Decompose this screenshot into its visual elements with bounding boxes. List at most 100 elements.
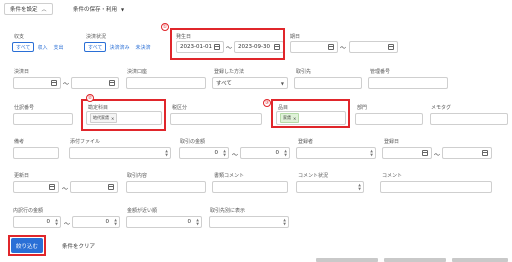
clear-conditions-button[interactable]: 条件をクリア <box>62 242 95 250</box>
save-tab-label: 条件の保存・利用 <box>73 7 118 13</box>
calendar-icon[interactable] <box>51 80 57 86</box>
stepper-icon[interactable]: ▲ ▼ <box>223 149 226 157</box>
calendar-icon[interactable] <box>108 184 114 190</box>
registrant-select[interactable]: ▲ ▼ <box>296 147 376 159</box>
stepper-icon[interactable]: ▲ ▼ <box>114 218 117 226</box>
method-value: すべて <box>216 81 232 87</box>
stepper-icon[interactable]: ▲ ▼ <box>55 218 58 226</box>
income-segment[interactable]: すべて 収入 支出 <box>12 42 66 52</box>
amount-to-value: 0 <box>275 150 280 156</box>
show-by-partner-select[interactable]: ▲ ▼ <box>209 216 289 228</box>
dept-label: 部門 <box>357 105 368 111</box>
bottom-bar-segment <box>452 258 508 262</box>
method-select[interactable]: すべて ▼ <box>212 77 288 89</box>
bottom-bar-segment <box>316 258 378 262</box>
tax-class-label: 税区分 <box>172 105 188 111</box>
tax-class-select[interactable] <box>170 113 262 125</box>
due-from-input[interactable] <box>290 41 338 53</box>
settings-tab[interactable]: 条件を設定 ︿ <box>4 3 53 15</box>
partner-input[interactable] <box>294 77 362 89</box>
show-by-partner-label: 取引先別に表示 <box>210 208 246 214</box>
update-from-input[interactable] <box>13 181 59 193</box>
calendar-icon[interactable] <box>109 80 115 86</box>
settle-label: 決済状況 <box>86 34 107 40</box>
income-label: 収支 <box>14 34 25 40</box>
range-tilde: 〜 <box>62 186 69 193</box>
caret-down-icon: ▼ <box>121 6 125 12</box>
calendar-icon[interactable] <box>388 44 394 50</box>
save-tab[interactable]: 条件の保存・利用 ▼ <box>73 5 125 14</box>
settle-date-label: 決済日 <box>14 69 30 75</box>
amount-to-input[interactable]: 0 ▲ ▼ <box>240 147 290 159</box>
stepper-icon[interactable]: ▲ ▼ <box>196 218 199 226</box>
line-amount-to-input[interactable]: 0 ▲ ▼ <box>72 216 120 228</box>
range-tilde: 〜 <box>64 221 71 228</box>
partner-label: 取引先 <box>296 69 312 75</box>
income-all[interactable]: すべて <box>12 42 35 52</box>
range-tilde: 〜 <box>232 152 239 159</box>
sort-arrows-icon: ▲ ▼ <box>165 149 168 157</box>
attachment-label: 添付ファイル <box>70 139 101 145</box>
update-date-label: 更新日 <box>14 173 30 179</box>
sort-arrows-icon: ▲ ▼ <box>358 183 361 191</box>
annotation-box-3 <box>271 99 350 128</box>
amount-from-value: 0 <box>214 150 219 156</box>
settle-pending[interactable]: 未決済 <box>132 42 153 52</box>
due-to-input[interactable] <box>349 41 398 53</box>
attachment-select[interactable]: ▲ ▼ <box>69 147 171 159</box>
receipt-comment-label: 書類コメント <box>214 173 245 179</box>
sort-arrows-icon: ▲ ▼ <box>370 149 373 157</box>
note-label: 備考 <box>14 139 25 145</box>
near-amount-input[interactable]: 0 ▲ ▼ <box>126 216 202 228</box>
settle-account-select[interactable] <box>126 77 206 89</box>
stepper-icon[interactable]: ▲ ▼ <box>284 149 287 157</box>
registrant-label: 登録者 <box>298 139 314 145</box>
content-label: 取引内容 <box>127 173 148 179</box>
update-to-input[interactable] <box>70 181 118 193</box>
income-out[interactable]: 支出 <box>50 42 66 52</box>
calendar-icon[interactable] <box>49 184 55 190</box>
content-input[interactable] <box>126 181 206 193</box>
reg-date-label: 登録日 <box>384 139 400 145</box>
comment-input[interactable] <box>380 181 492 193</box>
comment-status-select[interactable]: ▲ ▼ <box>296 181 364 193</box>
line-amount-label: 内訳行の金額 <box>13 208 44 214</box>
chevron-up-icon: ︿ <box>41 6 47 13</box>
due-date-label: 期日 <box>290 34 301 40</box>
line-amount-from-input[interactable]: 0 ▲ ▼ <box>13 216 61 228</box>
range-tilde: 〜 <box>340 45 347 52</box>
memo-tag-select[interactable] <box>430 113 508 125</box>
calendar-icon[interactable] <box>422 150 428 156</box>
near-amount-value: 0 <box>187 219 192 225</box>
near-amount-label: 金額が近い順 <box>127 208 158 214</box>
calendar-icon[interactable] <box>328 44 334 50</box>
reg-from-input[interactable] <box>382 147 432 159</box>
annotation-box-apply <box>8 235 46 256</box>
settle-segment[interactable]: すべて 決済済み 未決済 <box>84 42 153 52</box>
receipt-comment-input[interactable] <box>212 181 288 193</box>
comment-label: コメント <box>382 173 403 179</box>
calendar-icon[interactable] <box>482 150 488 156</box>
amount-from-input[interactable]: 0 ▲ ▼ <box>179 147 229 159</box>
comment-status-label: コメント状況 <box>298 173 329 179</box>
line-amount-to-value: 0 <box>105 219 110 225</box>
amount-label: 取引の金額 <box>180 139 206 145</box>
invoice-no-label: 仕訳番号 <box>14 105 35 111</box>
annotation-box-1 <box>170 28 285 60</box>
range-tilde: 〜 <box>63 81 70 88</box>
range-tilde: 〜 <box>434 152 441 159</box>
settle-from-input[interactable] <box>13 77 61 89</box>
settle-account-label: 決済口座 <box>127 69 148 75</box>
reg-to-input[interactable] <box>442 147 492 159</box>
settings-tab-label: 条件を設定 <box>10 7 38 13</box>
dept-select[interactable] <box>355 113 423 125</box>
annotation-marker-3: ③ <box>263 99 271 107</box>
manage-no-input[interactable] <box>368 77 448 89</box>
income-in[interactable]: 収入 <box>34 42 50 52</box>
note-input[interactable] <box>13 147 59 159</box>
settle-to-input[interactable] <box>71 77 119 89</box>
settle-done[interactable]: 決済済み <box>106 42 132 52</box>
settle-all[interactable]: すべて <box>84 42 107 52</box>
invoice-no-input[interactable] <box>13 113 73 125</box>
bottom-bar-segment <box>384 258 446 262</box>
